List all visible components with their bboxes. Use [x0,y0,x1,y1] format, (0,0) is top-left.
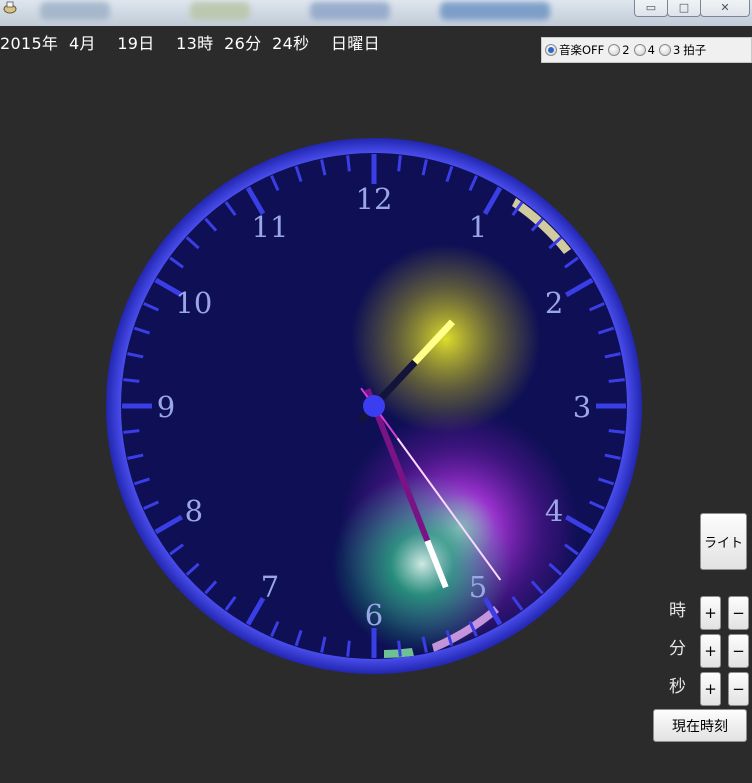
blurred-background [40,2,110,20]
minute-plus-button[interactable]: + [700,634,721,668]
clock-numeral: 12 [356,182,393,216]
clock-numeral: 1 [469,210,487,244]
hour-minus-button[interactable]: − [728,596,749,630]
beat-suffix-label: 拍子 [683,43,707,57]
blurred-background [310,2,390,20]
minute-minus-button[interactable]: − [728,634,749,668]
clock-numeral: 8 [185,494,203,528]
minute-hand-glow [332,474,512,654]
minimize-icon: ▭ [645,0,657,14]
app-icon [3,1,17,14]
radio-label: 3 [672,43,681,57]
minute-tick [123,429,140,434]
radio-music-off[interactable] [545,44,557,56]
current-time-button[interactable]: 現在時刻 [653,709,747,742]
minute-tick [608,429,625,434]
clock-numeral: 10 [175,286,212,320]
close-button[interactable]: ✕ [700,0,750,17]
analog-clock: 121234567891011 [106,138,642,674]
radio-beat-4[interactable] [633,44,646,56]
radio-label: 2 [622,43,630,57]
clock-numeral: 4 [545,494,563,528]
second-label: 秒 [669,677,686,697]
hour-plus-button[interactable]: + [700,596,721,630]
hour-label: 時 [669,601,686,621]
minute-tick [123,378,140,383]
maximize-button[interactable]: □ [667,0,701,17]
clock-numeral: 11 [252,210,289,244]
maximize-icon: □ [678,0,690,14]
close-icon: ✕ [720,0,730,14]
clock-numeral: 5 [469,570,487,604]
minute-tick [397,640,402,657]
light-button[interactable]: ライト [700,513,747,570]
clock-center-cap [363,395,385,417]
radio-beat-2[interactable] [608,44,621,56]
minute-label: 分 [669,639,686,659]
radio-beat-3[interactable] [658,44,671,56]
clock-numeral: 7 [261,570,279,604]
radio-label: 音楽OFF [559,43,605,57]
clock-numeral: 2 [545,286,563,320]
second-minus-button[interactable]: − [728,672,749,706]
music-beat-selector: 音楽OFF 2 4 3 拍子 [541,37,752,63]
clock-numeral: 6 [365,598,383,632]
minute-tick [608,378,625,383]
minimize-button[interactable]: ▭ [634,0,668,17]
title-bar: ▭ □ ✕ [0,0,752,26]
radio-label: 4 [647,43,655,57]
datetime-readout: 2015年 4月 19日 13時 26分 24秒 日曜日 [0,34,380,53]
minute-tick [346,155,351,172]
clock-numeral: 3 [573,390,591,424]
blurred-background [440,2,550,20]
minute-tick [346,640,351,657]
minute-tick [397,155,402,172]
second-plus-button[interactable]: + [700,672,721,706]
blurred-background [190,2,250,20]
clock-numeral: 9 [157,390,175,424]
